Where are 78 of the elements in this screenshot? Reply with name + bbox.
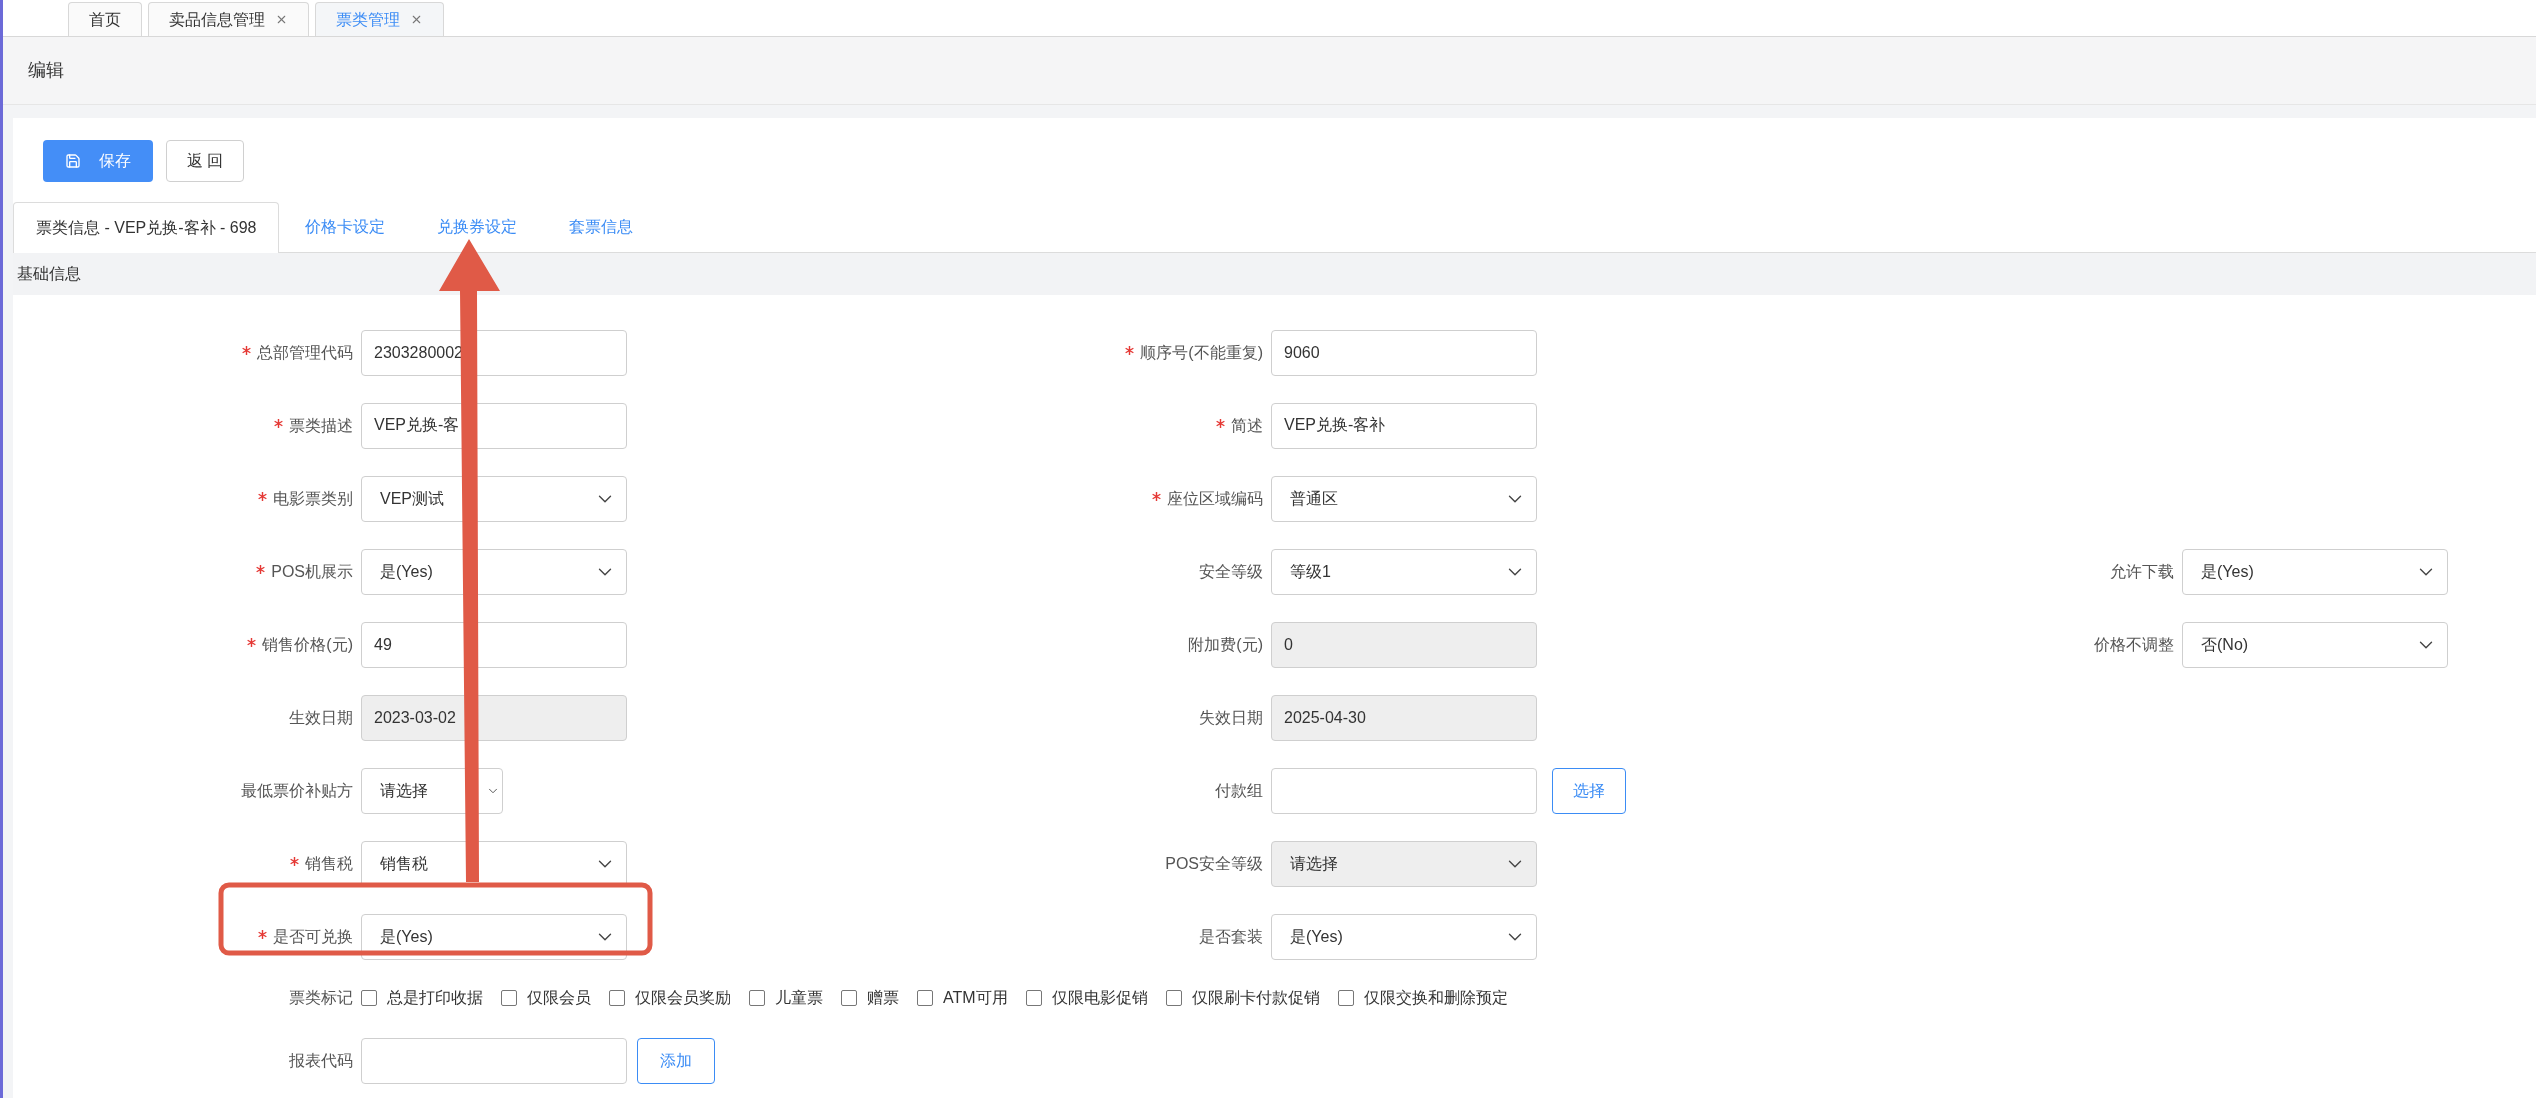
checkbox[interactable] — [1337, 990, 1354, 1006]
field-label: 是否可兑换 — [273, 926, 353, 947]
required-asterisk-icon — [242, 346, 251, 355]
page-title: 编辑 — [28, 59, 64, 82]
text-field[interactable]: 49 — [361, 621, 627, 668]
select-field[interactable]: 是(Yes) — [1271, 913, 1537, 960]
checkbox[interactable] — [841, 990, 857, 1006]
required-asterisk-icon — [258, 492, 267, 501]
tab[interactable]: 套票信息 — [543, 202, 660, 252]
text-field[interactable]: VEP兑换-客补 — [1271, 402, 1537, 449]
field-label: 允许下载 — [2110, 561, 2174, 582]
field-label: 票类描述 — [289, 415, 353, 436]
field-label: 附加费(元) — [1188, 634, 1263, 655]
select-button[interactable]: 选择 — [1552, 767, 1626, 814]
tab[interactable]: 价格卡设定 — [279, 202, 412, 252]
add-button[interactable]: 添加 — [637, 1037, 715, 1084]
field-label: POS安全等级 — [1165, 853, 1263, 874]
text-field[interactable]: VEP兑换-客 — [361, 402, 627, 449]
field-label: 付款组 — [1215, 780, 1263, 801]
field-label: 总部管理代码 — [257, 342, 353, 363]
checkbox-label: 仅限会员 — [527, 988, 591, 1008]
field-label: 价格不调整 — [2094, 634, 2174, 655]
field-label: 失效日期 — [1199, 707, 1263, 728]
field-label: 报表代码 — [289, 1050, 353, 1071]
checkbox[interactable] — [501, 990, 517, 1006]
section-title: 基础信息 — [17, 264, 81, 284]
select-field[interactable]: 是(Yes) — [2182, 548, 2448, 595]
text-field[interactable] — [1271, 767, 1537, 814]
checkbox-label: 仅限交换和删除预定 — [1363, 988, 1508, 1008]
checkbox-label: 儿童票 — [775, 988, 823, 1008]
field-label: 安全等级 — [1199, 561, 1263, 582]
checkbox-label: 总是打印收据 — [387, 988, 483, 1008]
field-label: 最低票价补贴方 — [241, 780, 353, 801]
field-label: 生效日期 — [289, 707, 353, 728]
select-field[interactable]: VEP测试 — [361, 475, 627, 522]
field-label: 销售价格(元) — [262, 634, 353, 655]
checkbox[interactable] — [361, 990, 377, 1006]
required-asterisk-icon — [290, 857, 299, 866]
required-asterisk-icon — [247, 638, 257, 647]
checkbox-label: 赠票 — [867, 988, 899, 1008]
page-tab[interactable]: 卖品信息管理 — [148, 2, 309, 36]
checkbox[interactable] — [1165, 990, 1182, 1006]
close-icon[interactable] — [410, 13, 423, 26]
required-asterisk-icon — [1125, 346, 1135, 355]
checkbox-label: ATM可用 — [943, 988, 1008, 1008]
back-button[interactable]: 返 回 — [166, 139, 245, 182]
save-icon — [65, 152, 81, 169]
tab[interactable]: 票类信息 - VEP兑换-客补 - 698 — [13, 202, 280, 253]
required-asterisk-icon — [274, 419, 283, 428]
text-field[interactable]: 9060 — [1271, 329, 1537, 376]
checkbox[interactable] — [749, 990, 765, 1006]
field-label: 票类标记 — [289, 988, 353, 1008]
select-field[interactable]: 等级1 — [1271, 548, 1537, 595]
select-field[interactable]: 请选择 — [361, 767, 503, 814]
checkbox[interactable] — [1025, 990, 1042, 1006]
field-label: 座位区域编码 — [1167, 488, 1263, 509]
select-field[interactable]: 是(Yes) — [361, 548, 627, 595]
required-asterisk-icon — [258, 930, 267, 939]
text-field[interactable]: 2303280002 — [361, 329, 627, 376]
required-asterisk-icon — [1216, 419, 1225, 428]
checkbox[interactable] — [609, 990, 625, 1006]
select-field[interactable]: 普通区 — [1271, 475, 1537, 522]
select-field[interactable]: 否(No) — [2182, 621, 2448, 668]
required-asterisk-icon — [256, 565, 266, 574]
close-icon[interactable] — [275, 13, 288, 26]
page-tab[interactable]: 首页 — [68, 2, 142, 36]
text-field[interactable] — [361, 1037, 627, 1084]
field-label: 销售税 — [305, 853, 353, 874]
checkbox-label: 仅限电影促销 — [1051, 988, 1148, 1008]
field-label: 顺序号(不能重复) — [1140, 342, 1263, 363]
checkbox-label: 仅限会员奖励 — [635, 988, 731, 1008]
checkbox[interactable] — [917, 990, 933, 1006]
field-label: 简述 — [1231, 415, 1263, 436]
field-label: 电影票类别 — [273, 488, 353, 509]
field-label: 是否套装 — [1199, 926, 1263, 947]
required-asterisk-icon — [1152, 492, 1161, 501]
field-label: POS机展示 — [271, 561, 353, 582]
checkbox-label: 仅限刷卡付款促销 — [1191, 988, 1320, 1008]
